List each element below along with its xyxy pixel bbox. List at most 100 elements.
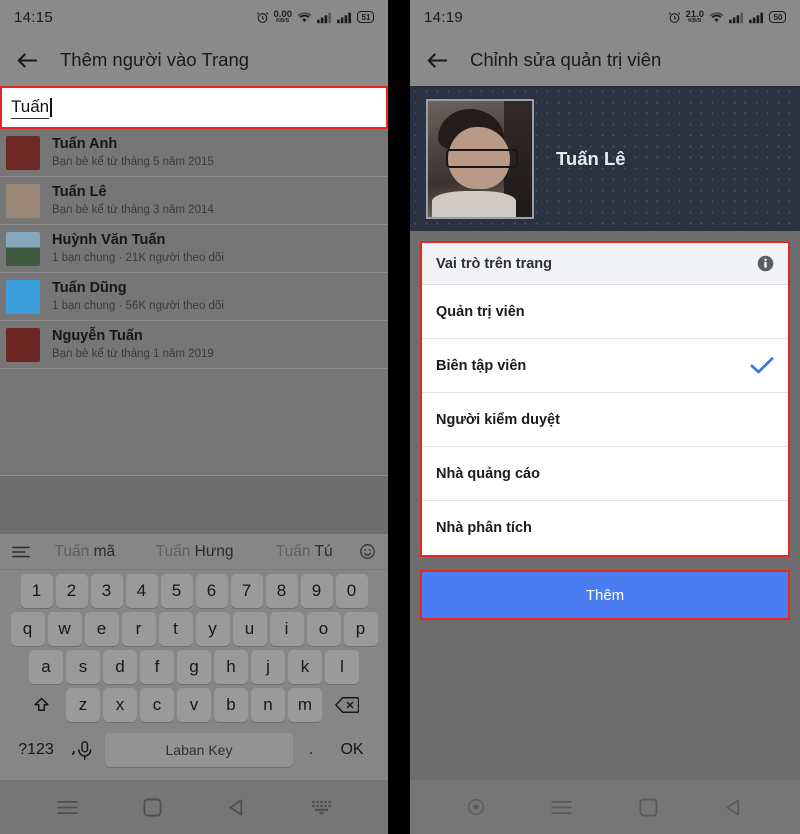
avatar: [6, 231, 40, 266]
suggestion-bar: Tuấn mã Tuấn Hưng Tuấn Tú: [0, 534, 388, 570]
list-item-subtitle: 1 bạn chung · 56K người theo dõi: [52, 299, 224, 312]
page-title: Chỉnh sửa quản trị viên: [470, 49, 662, 70]
network-rate-unit: KB/S: [688, 18, 702, 24]
key-2[interactable]: 2: [55, 574, 88, 608]
key-5[interactable]: 5: [160, 574, 193, 608]
key-b[interactable]: b: [214, 688, 248, 722]
key-n[interactable]: n: [251, 688, 285, 722]
search-input[interactable]: Tuấn: [0, 86, 388, 129]
key-r[interactable]: r: [121, 612, 156, 646]
list-item-subtitle: Bạn bè kể từ tháng 5 năm 2015: [52, 155, 214, 168]
key-3[interactable]: 3: [90, 574, 123, 608]
key-t[interactable]: t: [158, 612, 193, 646]
back-triangle-icon[interactable]: [724, 798, 743, 817]
key-6[interactable]: 6: [195, 574, 228, 608]
microphone-icon[interactable]: [60, 733, 104, 767]
role-option-analyst[interactable]: Nhà phân tích: [422, 501, 788, 555]
back-arrow-icon[interactable]: [426, 51, 448, 70]
circle-dot-icon[interactable]: [467, 798, 485, 816]
suggestion-item[interactable]: Tuấn mã: [30, 543, 140, 561]
key-x[interactable]: x: [103, 688, 137, 722]
battery-indicator: 51: [357, 11, 374, 23]
key-v[interactable]: v: [177, 688, 211, 722]
list-item[interactable]: Tuấn Anh Bạn bè kể từ tháng 5 năm 2015: [0, 129, 388, 177]
role-option-moderator[interactable]: Người kiểm duyệt: [422, 393, 788, 447]
key-y[interactable]: y: [195, 612, 230, 646]
key-u[interactable]: u: [232, 612, 267, 646]
key-8[interactable]: 8: [265, 574, 298, 608]
signal-bars-icon-2: [749, 11, 764, 24]
key-m[interactable]: m: [288, 688, 322, 722]
role-label: Nhà phân tích: [436, 520, 532, 536]
emoji-icon[interactable]: [359, 543, 376, 560]
key-d[interactable]: d: [103, 650, 137, 684]
key-f[interactable]: f: [140, 650, 174, 684]
back-triangle-icon[interactable]: [227, 798, 246, 817]
keyboard-row-a: a s d f g h j k l: [0, 650, 388, 684]
key-e[interactable]: e: [84, 612, 119, 646]
shift-icon[interactable]: [19, 688, 63, 722]
key-9[interactable]: 9: [300, 574, 333, 608]
key-a[interactable]: a: [29, 650, 63, 684]
key-j[interactable]: j: [251, 650, 285, 684]
key-w[interactable]: w: [47, 612, 82, 646]
suggestion-item[interactable]: Tuấn Hưng: [140, 543, 250, 561]
role-option-advertiser[interactable]: Nhà quảng cáo: [422, 447, 788, 501]
check-icon: [750, 356, 774, 375]
role-label: Biên tập viên: [436, 357, 527, 374]
suggestion-word: Hưng: [194, 542, 234, 560]
app-bar: Chỉnh sửa quản trị viên: [410, 34, 800, 86]
suggestion-word: mã: [93, 542, 116, 560]
period-key[interactable]: .: [294, 733, 328, 767]
suggestion-item[interactable]: Tuấn Tú: [249, 543, 359, 561]
key-p[interactable]: p: [343, 612, 378, 646]
ok-key[interactable]: OK: [329, 733, 375, 767]
key-1[interactable]: 1: [20, 574, 53, 608]
role-option-admin[interactable]: Quản trị viên: [422, 285, 788, 339]
back-arrow-icon[interactable]: [16, 51, 38, 70]
list-item-name: Nguyễn Tuấn: [52, 328, 143, 345]
add-button[interactable]: Thêm: [422, 572, 788, 618]
alarm-icon: [256, 11, 269, 24]
role-option-editor[interactable]: Biên tập viên: [422, 339, 788, 393]
key-h[interactable]: h: [214, 650, 248, 684]
key-7[interactable]: 7: [230, 574, 263, 608]
hide-keyboard-icon[interactable]: [311, 800, 332, 815]
key-0[interactable]: 0: [335, 574, 368, 608]
menu-icon[interactable]: [56, 800, 78, 815]
list-item[interactable]: Tuấn Lê Bạn bè kể từ tháng 3 năm 2014: [0, 177, 388, 225]
home-square-icon[interactable]: [143, 798, 162, 817]
key-s[interactable]: s: [66, 650, 100, 684]
role-section-header: Vai trò trên trang: [422, 243, 788, 285]
backspace-icon[interactable]: [325, 688, 369, 722]
suggestion-prefix: Tuấn: [155, 542, 195, 560]
left-screen: 14:15 0.00 KB/S 51 Thêm người vào Trang …: [0, 0, 388, 834]
key-q[interactable]: q: [10, 612, 45, 646]
list-item[interactable]: Tuấn Dũng 1 bạn chung · 56K người theo d…: [0, 273, 388, 321]
list-item[interactable]: Huỳnh Văn Tuấn 1 bạn chung · 21K người t…: [0, 225, 388, 273]
wifi-icon: [709, 11, 724, 23]
avatar: [6, 279, 40, 314]
info-icon[interactable]: [757, 255, 774, 272]
space-key[interactable]: Laban Key: [105, 733, 293, 767]
key-l[interactable]: l: [325, 650, 359, 684]
symbols-key[interactable]: ?123: [13, 733, 59, 767]
search-results-list: Tuấn Anh Bạn bè kể từ tháng 5 năm 2015 T…: [0, 129, 388, 476]
keyboard-row-numbers: 1 2 3 4 5 6 7 8 9 0: [0, 574, 388, 608]
home-square-icon[interactable]: [639, 798, 658, 817]
key-4[interactable]: 4: [125, 574, 158, 608]
keyboard-menu-icon[interactable]: [12, 545, 30, 559]
battery-indicator: 50: [769, 11, 786, 23]
key-o[interactable]: o: [306, 612, 341, 646]
menu-icon[interactable]: [551, 800, 573, 815]
list-item[interactable]: Nguyễn Tuấn Bạn bè kể từ tháng 1 năm 201…: [0, 321, 388, 369]
key-k[interactable]: k: [288, 650, 322, 684]
text-caret: [50, 98, 52, 117]
key-g[interactable]: g: [177, 650, 211, 684]
key-z[interactable]: z: [66, 688, 100, 722]
keyboard-row-bottom: ?123 Laban Key . OK: [0, 727, 388, 773]
system-nav-bar: [410, 780, 800, 834]
keyboard-row-q: q w e r t y u i o p: [0, 612, 388, 646]
key-c[interactable]: c: [140, 688, 174, 722]
key-i[interactable]: i: [269, 612, 304, 646]
